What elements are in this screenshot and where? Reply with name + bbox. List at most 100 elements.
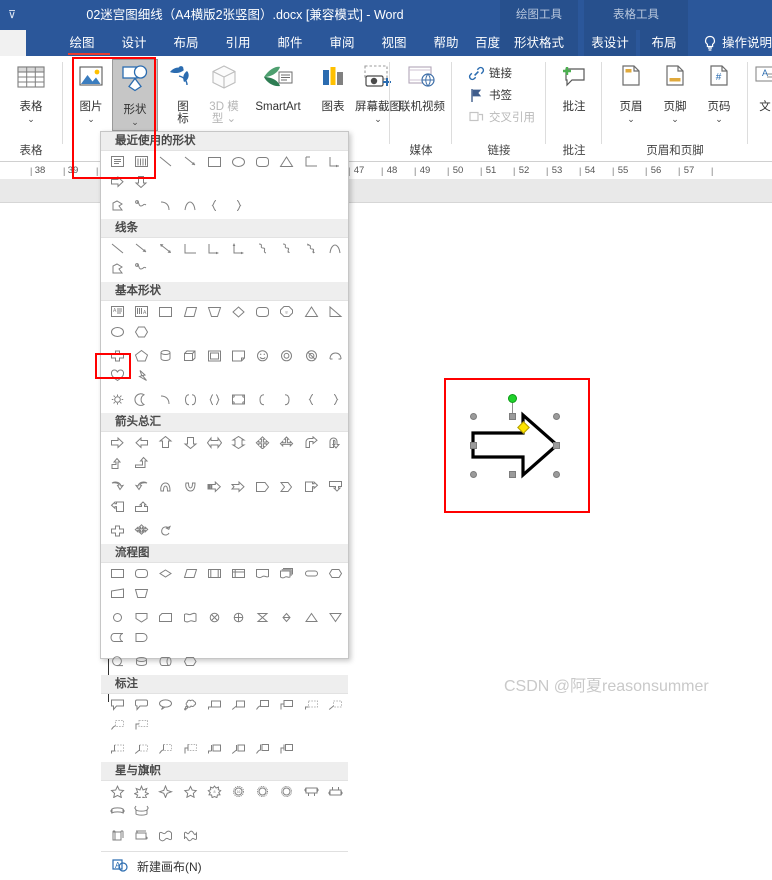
shape-smiley-face[interactable] — [252, 347, 273, 367]
shape-star-4[interactable] — [131, 783, 152, 803]
shape-pentagon[interactable] — [131, 347, 152, 367]
shape-trapezoid[interactable] — [204, 303, 225, 323]
tab-help[interactable]: 帮助 — [424, 30, 468, 56]
shape-rounded-rectangle[interactable] — [252, 303, 273, 323]
shape-flowchart-extract[interactable] — [301, 609, 322, 629]
shape-cross-arrow[interactable] — [107, 522, 128, 542]
shape-rectangle[interactable] — [204, 153, 225, 173]
page-number-button-caret-icon[interactable]: ⌄ — [696, 114, 742, 125]
shape-line-callout-3-border[interactable] — [107, 716, 128, 736]
shape-striped-right-arrow[interactable] — [204, 478, 225, 498]
shape-line-arrow[interactable] — [131, 240, 152, 260]
shape-flowchart-document[interactable] — [252, 565, 273, 585]
comment-button[interactable]: 批注 — [551, 59, 597, 127]
shape-double-brace[interactable] — [204, 391, 225, 411]
shape-flowchart-merge[interactable] — [325, 609, 346, 629]
shape-freeform[interactable] — [107, 260, 128, 280]
shape-line-callout-1-accent[interactable] — [107, 740, 128, 760]
shape-parallelogram[interactable] — [180, 303, 201, 323]
shape-line-callout-4[interactable] — [276, 696, 297, 716]
shape-flowchart-predefined-process[interactable] — [204, 565, 225, 585]
shape-down-arrow[interactable] — [180, 434, 201, 454]
tab-view[interactable]: 视图 — [372, 30, 416, 56]
shape-chevron[interactable] — [276, 478, 297, 498]
table-button-caret-icon[interactable]: ⌄ — [8, 114, 54, 125]
tab-review[interactable]: 审阅 — [320, 30, 364, 56]
shape-line-callout-1-no-border[interactable] — [204, 740, 225, 760]
shape-line[interactable] — [107, 240, 128, 260]
shape-line[interactable] — [155, 153, 176, 173]
icons-button[interactable]: 图 标 — [160, 59, 206, 127]
tab-mailings[interactable]: 邮件 — [268, 30, 312, 56]
shape-curved-double-arrow[interactable] — [301, 240, 322, 260]
shape-curved-arrow-connector[interactable] — [276, 240, 297, 260]
shape-line-callout-2-no-border[interactable] — [228, 740, 249, 760]
shape-rectangle[interactable] — [155, 303, 176, 323]
shape-down-arrow-callout[interactable] — [325, 478, 346, 498]
shape-line-callout-2-border[interactable] — [325, 696, 346, 716]
selection-handle-bottom-left[interactable] — [470, 471, 477, 478]
shape-cube[interactable] — [180, 347, 201, 367]
selection-handle-bottom-center[interactable] — [509, 471, 516, 478]
shape-line-callout-1[interactable] — [204, 696, 225, 716]
shape-left-right-arrow[interactable] — [204, 434, 225, 454]
shape-elbow-connector[interactable] — [180, 240, 201, 260]
shape-scribble[interactable] — [131, 260, 152, 280]
shape-curved-up-ribbon[interactable] — [107, 803, 128, 823]
shape-isosceles-triangle[interactable] — [276, 153, 297, 173]
shape-left-bracket[interactable] — [252, 391, 273, 411]
shape-right-arrow-callout[interactable] — [301, 478, 322, 498]
online-video-button[interactable]: 联机视频 — [396, 59, 448, 127]
shape-flowchart-alternate-process[interactable] — [131, 565, 152, 585]
shape-circular-arrow[interactable] — [155, 522, 176, 542]
shape-flowchart-manual-input[interactable] — [107, 585, 128, 605]
shape-up-arrow[interactable] — [155, 434, 176, 454]
shapes-gallery-dropdown[interactable]: 最近使用的形状 线条 基本形状 A A 8 箭头总汇 流程图 标注 星与旗帜 8… — [100, 131, 349, 874]
shape-oval-callout[interactable] — [155, 696, 176, 716]
shape-line-double-arrow[interactable] — [155, 240, 176, 260]
shape-sun[interactable] — [107, 391, 128, 411]
shape-star-8[interactable]: 8 — [204, 783, 225, 803]
shape-flowchart-off-page-connector[interactable] — [131, 609, 152, 629]
shape-block-arc[interactable] — [325, 347, 346, 367]
shape-donut[interactable] — [276, 347, 297, 367]
shape-star-5-outline[interactable] — [180, 783, 201, 803]
tab-file[interactable] — [0, 30, 26, 56]
shape-flowchart-summing-junction[interactable] — [204, 609, 225, 629]
shape-flowchart-delay[interactable] — [131, 629, 152, 649]
text-box-button[interactable]: A 文 — [750, 59, 772, 127]
footer-button[interactable]: 页脚 ⌄ — [652, 59, 698, 127]
shape-flowchart-decision[interactable] — [155, 565, 176, 585]
shape-oval[interactable] — [228, 153, 249, 173]
shape-quad-arrow-callout[interactable] — [131, 522, 152, 542]
shape-vertical-text-box[interactable]: A — [131, 303, 152, 323]
shape-curved-left-arrow[interactable] — [131, 478, 152, 498]
shape-flowchart-magnetic-disk[interactable] — [131, 653, 152, 673]
shape-right-triangle[interactable] — [325, 303, 346, 323]
selection-handle-top-center[interactable] — [509, 413, 516, 420]
shape-rounded-rectangle[interactable] — [252, 153, 273, 173]
tab-shape-format[interactable]: 形状格式 — [500, 30, 578, 56]
shape-elbow-arrow-connector[interactable] — [204, 240, 225, 260]
shape-star-4-point[interactable] — [155, 783, 176, 803]
tab-table-design[interactable]: 表设计 — [584, 30, 636, 56]
shape-flowchart-connector[interactable] — [107, 609, 128, 629]
shape-rounded-rectangular-callout[interactable] — [131, 696, 152, 716]
tab-references[interactable]: 引用 — [216, 30, 260, 56]
selection-handle-middle-left[interactable] — [470, 442, 477, 449]
selection-handle-top-right[interactable] — [553, 413, 560, 420]
shape-line-callout-1-border[interactable] — [301, 696, 322, 716]
tab-design[interactable]: 设计 — [112, 30, 156, 56]
shape-flowchart-sort[interactable] — [276, 609, 297, 629]
shape-double-wave[interactable] — [180, 827, 201, 847]
shape-elbow-connector[interactable] — [301, 153, 322, 173]
shape-flowchart-collate[interactable] — [252, 609, 273, 629]
shape-line-callout-3[interactable] — [252, 696, 273, 716]
shape-freeform[interactable] — [107, 197, 128, 217]
shape-curved-down-ribbon[interactable] — [131, 803, 152, 823]
shape-pentagon-arrow[interactable] — [252, 478, 273, 498]
shape-diamond[interactable] — [228, 303, 249, 323]
shape-curved-right-arrow[interactable] — [107, 478, 128, 498]
shape-line-arrow[interactable] — [180, 153, 201, 173]
shape-vertical-scroll[interactable] — [107, 827, 128, 847]
